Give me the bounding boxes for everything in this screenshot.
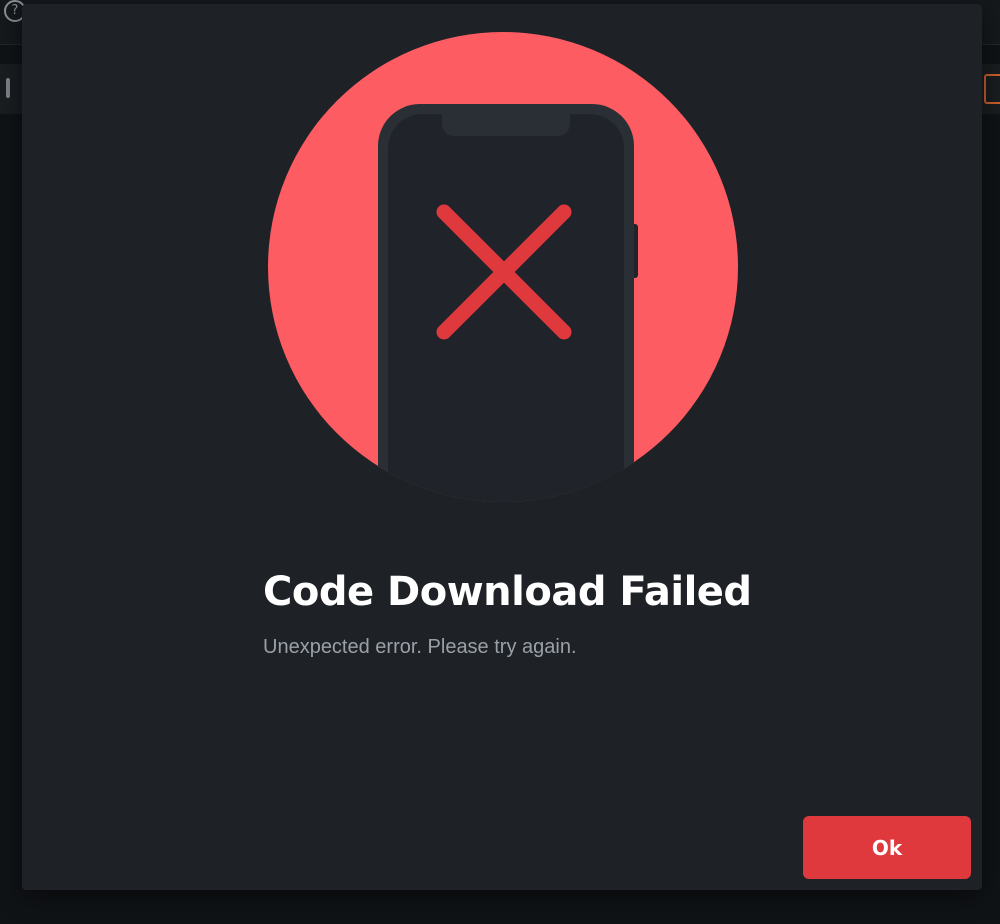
phone-graphic xyxy=(378,104,638,502)
background-left-panel xyxy=(0,64,22,114)
ok-button[interactable]: Ok xyxy=(803,816,971,879)
phone-screen xyxy=(388,114,624,502)
phone-notch xyxy=(442,114,570,136)
error-dialog: Code Download Failed Unexpected error. P… xyxy=(22,4,982,890)
phone-error-icon xyxy=(268,32,738,502)
background-save-icon xyxy=(984,74,1000,104)
dialog-title: Code Download Failed xyxy=(263,569,752,615)
background-panel-handle xyxy=(6,78,10,98)
dialog-message: Unexpected error. Please try again. xyxy=(263,636,577,658)
